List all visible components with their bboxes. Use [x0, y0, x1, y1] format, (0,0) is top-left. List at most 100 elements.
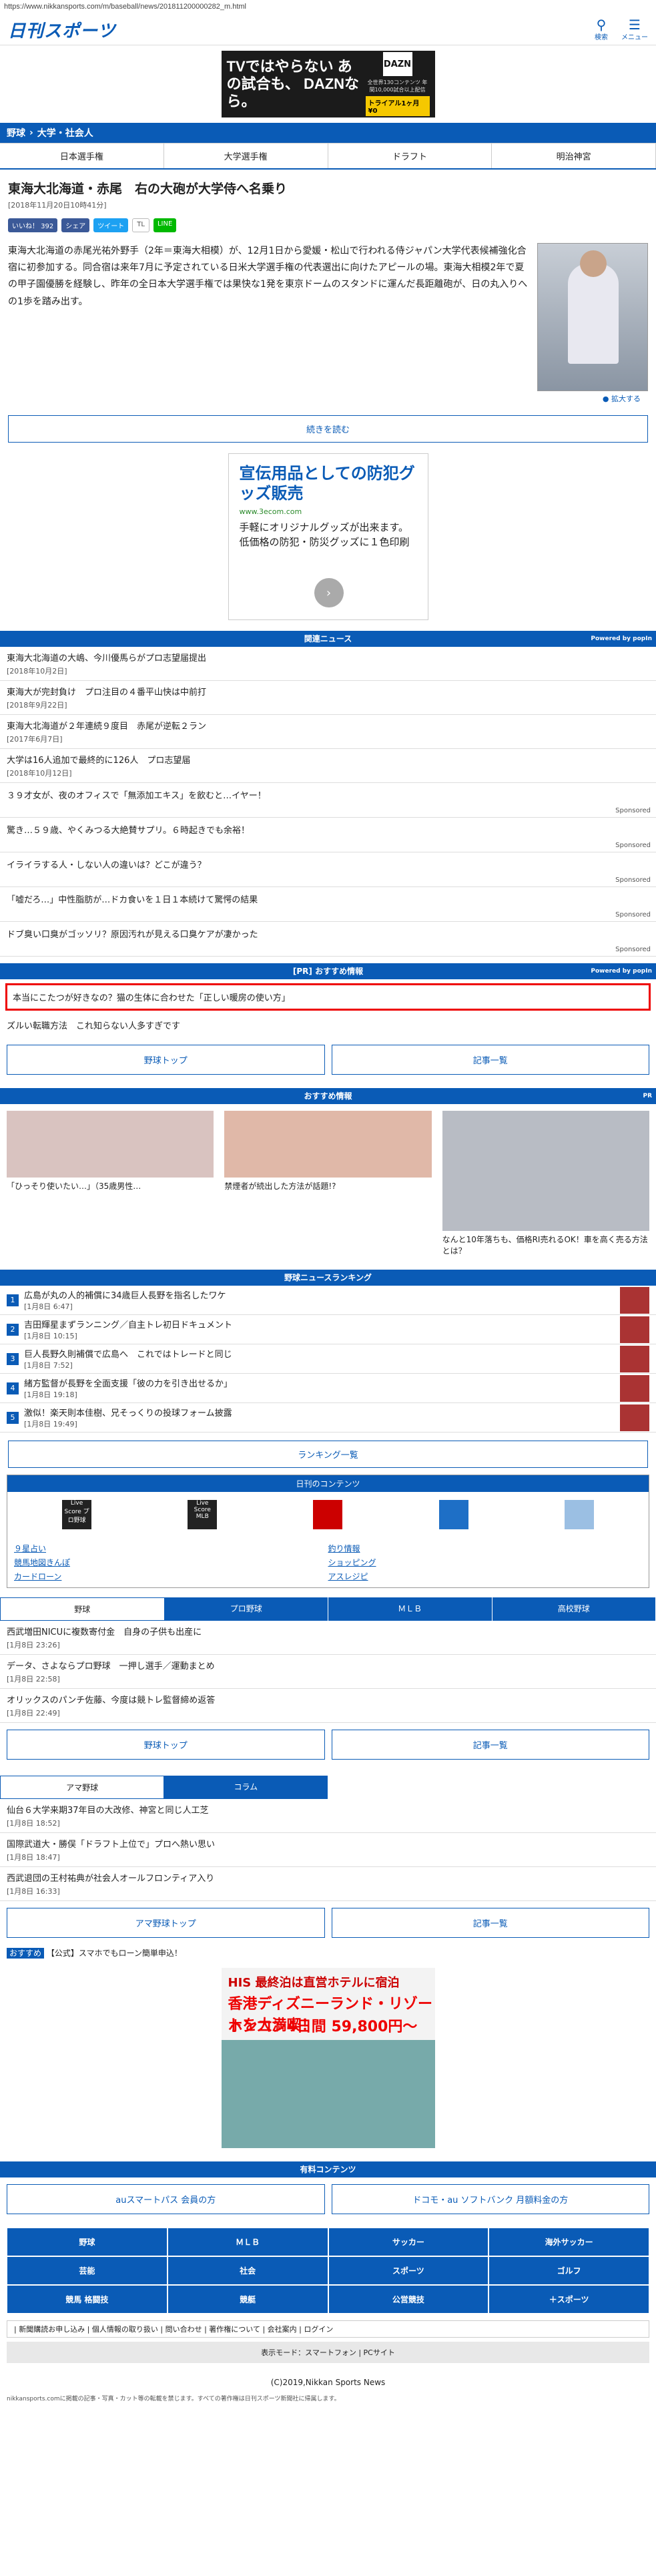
pr-item-highlighted[interactable]: 本当にこたつが好きなの？猫の生体に合わせた「正しい暖房の使い方」 [5, 983, 651, 1011]
au-smartpass-button[interactable]: auスマートパス 会員の方 [7, 2184, 325, 2214]
app-icon[interactable] [313, 1500, 343, 1529]
footer-link[interactable]: 競馬 格闘技 [7, 2285, 168, 2314]
share-buttons: いいね！ 392 シェア ツイート TL LINE [0, 216, 656, 239]
content-link[interactable]: ショッピング [328, 1555, 643, 1569]
ad-rectangle-security[interactable]: 宣伝用品としての防犯グッズ販売 www.3ecom.com 手軽にオリジナルグッ… [228, 453, 428, 620]
footer-link[interactable]: ゴルフ [488, 2256, 649, 2285]
baseball-top-button[interactable]: 野球トップ [7, 1730, 325, 1760]
baseball-top-button[interactable]: 野球トップ [7, 1045, 325, 1075]
content-link[interactable]: 競馬地図きんぽ [14, 1555, 328, 1569]
list-item[interactable]: 西武退団の王村祐典が社会人オールフロンティア入り [1月8日 16:33] [0, 1867, 656, 1901]
sponsored-item[interactable]: ３９才女が、夜のオフィスで「無添加エキス」を飲むと…イヤー！ Sponsored [0, 783, 656, 818]
ad-banner-dazn[interactable]: TVではやらない あの試合も、 DAZNなら。 DAZN 全世界130コンテンツ… [221, 51, 435, 117]
ranking-item[interactable]: 5 激似！楽天則本佳樹、兄そっくりの投球フォーム披露 [1月8日 19:49] [0, 1403, 656, 1433]
content-link[interactable]: 釣り情報 [328, 1541, 643, 1555]
content-link[interactable]: カードローン [14, 1569, 328, 1583]
list-item[interactable]: データ、さよならプロ野球 一押し選手／運動まとめ [1月8日 22:58] [0, 1655, 656, 1689]
tab-college-championship[interactable]: 大学選手権 [163, 143, 328, 168]
live-score-mlb-icon[interactable]: Live Score MLB [188, 1500, 218, 1529]
live-score-npb-icon[interactable]: Live Score プロ野球 [62, 1500, 92, 1529]
tab-high-school[interactable]: 高校野球 [492, 1597, 656, 1621]
footer-link[interactable]: 公営競技 [328, 2285, 489, 2314]
carrier-button[interactable]: ドコモ・au ソフトバンク 月額料金の方 [331, 2184, 649, 2214]
footer-link[interactable]: ＋スポーツ [488, 2285, 649, 2314]
category-tabs: 日本選手権 大学選手権 ドラフト 明治神宮 [0, 143, 656, 170]
search-button[interactable]: ⚲ 検索 [595, 18, 608, 41]
tab-column[interactable]: コラム [164, 1776, 328, 1799]
breadcrumb-college[interactable]: 大学・社会人 [37, 126, 93, 140]
read-more-button[interactable]: 続きを読む [8, 415, 648, 443]
sponsored-item[interactable]: ドブ臭い口臭がゴッソリ？原因汚れが見える口臭ケアが凄かった Sponsored [0, 922, 656, 957]
list-item[interactable]: 大学は16人追加で最終的に126人 プロ志望届 [2018年10月12日] [0, 749, 656, 783]
ranking-item[interactable]: 3 巨人長野久則補償で広島へ これではトレードと同じ [1月8日 7:52] [0, 1344, 656, 1374]
footer-link[interactable]: スポーツ [328, 2256, 489, 2285]
player-head [580, 250, 607, 277]
url-bar: https://www.nikkansports.com/m/baseball/… [4, 3, 246, 11]
menu-button[interactable]: ☰ メニュー [621, 18, 648, 41]
sponsored-item[interactable]: 驚き…５９歳、やくみつる大絶賛サプリ。６時起きでも余裕！ Sponsored [0, 818, 656, 852]
article-list-button[interactable]: 記事一覧 [331, 1730, 649, 1760]
content-link[interactable]: アスレジピ [328, 1569, 643, 1583]
rank-number: 2 [7, 1323, 19, 1336]
footer-link[interactable]: 競艇 [167, 2285, 328, 2314]
timeline-button[interactable]: TL [132, 218, 149, 232]
pr-item[interactable]: ズルい転職方法 これ知らない人多すぎです [0, 1015, 656, 1038]
ad-url: www.3ecom.com [239, 507, 302, 516]
contents-icons: Live Score プロ野球 Live Score MLB [7, 1492, 649, 1537]
ad-his-hongkong[interactable]: HIS 最終泊は直営ホテルに宿泊 香港ディズニーランド・リゾートを大満喫！ ホン… [221, 1968, 435, 2148]
app-icon[interactable] [438, 1500, 468, 1529]
ranking-item[interactable]: 1 広島が丸の人的補償に34歳巨人長野を指名したワケ [1月8日 6:47] [0, 1286, 656, 1315]
footer-link[interactable]: ＭＬＢ [167, 2228, 328, 2256]
tab-japan-championship[interactable]: 日本選手権 [0, 143, 164, 168]
enlarge-link[interactable]: ● 拡大する [603, 393, 641, 404]
content-link[interactable]: ９星占い [14, 1541, 328, 1555]
thumbnail [620, 1316, 649, 1343]
facebook-share-button[interactable]: シェア [61, 218, 90, 232]
tab-amateur[interactable]: アマ野球 [0, 1776, 165, 1799]
ad-headline: HIS 最終泊は直営ホテルに宿泊 [228, 1976, 400, 1990]
related-news-list: 東海大北海道の大嶋、今川優馬らがプロ志望届提出 [2018年10月2日] 東海大が… [0, 647, 656, 957]
breadcrumb-baseball[interactable]: 野球 [7, 126, 25, 140]
footer-links[interactable]: | 新聞購読お申し込み | 個人情報の取り扱い | 問い合わせ | 著作権につい… [7, 2320, 649, 2338]
footer-link[interactable]: 海外サッカー [488, 2228, 649, 2256]
tab-mlb[interactable]: ＭＬＢ [328, 1597, 493, 1621]
ranking-item[interactable]: 2 吉田輝星まずランニング／自主トレ初日ドキュメント [1月8日 10:15] [0, 1315, 656, 1344]
list-item[interactable]: 西武増田NICUに複数寄付金 自身の子供も出産に [1月8日 23:26] [0, 1621, 656, 1655]
facebook-like-button[interactable]: いいね！ 392 [8, 218, 58, 232]
list-item[interactable]: 東海大が完封負け プロ注目の４番平山快は中前打 [2018年9月22日] [0, 681, 656, 715]
site-logo[interactable]: 日刊スポーツ [8, 17, 115, 42]
footer-link[interactable]: 社会 [167, 2256, 328, 2285]
chevron-right-icon[interactable]: › [314, 578, 344, 607]
footer-link[interactable]: 野球 [7, 2228, 168, 2256]
recommend-item[interactable]: なんと10年落ちも、価格RI売れるOK！車を高く売る方法とは？ [442, 1111, 649, 1256]
list-item[interactable]: 仙台６大学来期37年目の大改修、神宮と同じ人工芝 [1月8日 18:52] [0, 1799, 656, 1833]
list-item[interactable]: オリックスのパンチ佐藤、今度は競トレ監督締め返答 [1月8日 22:49] [0, 1689, 656, 1723]
tab-meiji-jingu[interactable]: 明治神宮 [492, 143, 656, 168]
article-photo[interactable]: ● 拡大する [537, 243, 648, 403]
recommend-item[interactable]: 「ひっそり使いたい…」（35歳男性… [7, 1111, 214, 1256]
article-list-button[interactable]: 記事一覧 [331, 1908, 649, 1938]
amateur-top-button[interactable]: アマ野球トップ [7, 1908, 325, 1938]
data-icon[interactable] [564, 1500, 594, 1529]
thumbnail [224, 1111, 432, 1178]
tweet-button[interactable]: ツイート [93, 218, 129, 232]
list-item[interactable]: 国際武道大・勝俣「ドラフト上位で」プロへ熱い思い [1月8日 18:47] [0, 1833, 656, 1867]
ranking-item[interactable]: 4 緒方監督が長野を全面支援「彼の力を引き出せるか」 [1月8日 19:18] [0, 1374, 656, 1403]
tab-baseball[interactable]: 野球 [0, 1597, 165, 1621]
list-item[interactable]: 東海大北海道の大嶋、今川優馬らがプロ志望届提出 [2018年10月2日] [0, 647, 656, 681]
ranking-list-button[interactable]: ランキング一覧 [8, 1441, 648, 1468]
osusume-row[interactable]: おすすめ 【公式】スマホでもローン簡単申込！ [0, 1945, 656, 1961]
nav-buttons: 野球トップ 記事一覧 [0, 1723, 656, 1766]
recommend-item[interactable]: 禁煙者が続出した方法が話題!? [224, 1111, 432, 1256]
sponsored-item[interactable]: イライラする人・しない人の違いは？どこが違う？ Sponsored [0, 852, 656, 887]
sponsored-item[interactable]: 「嘘だろ…」中性脂肪が…ドカ食いを１日１本続けて驚愕の結果 Sponsored [0, 887, 656, 922]
tab-draft[interactable]: ドラフト [328, 143, 493, 168]
line-share-button[interactable]: LINE [153, 218, 177, 232]
footer-link[interactable]: 芸能 [7, 2256, 168, 2285]
article-list-button[interactable]: 記事一覧 [331, 1045, 649, 1075]
ad-headline: 宣伝用品としての防犯グッズ販売 [239, 464, 415, 503]
list-item[interactable]: 東海大北海道が２年連続９度目 赤尾が逆転２ラン [2017年6月7日] [0, 715, 656, 749]
display-mode[interactable]: 表示モード：スマートフォン | PCサイト [7, 2342, 649, 2363]
tab-pro-baseball[interactable]: プロ野球 [164, 1597, 328, 1621]
footer-link[interactable]: サッカー [328, 2228, 489, 2256]
